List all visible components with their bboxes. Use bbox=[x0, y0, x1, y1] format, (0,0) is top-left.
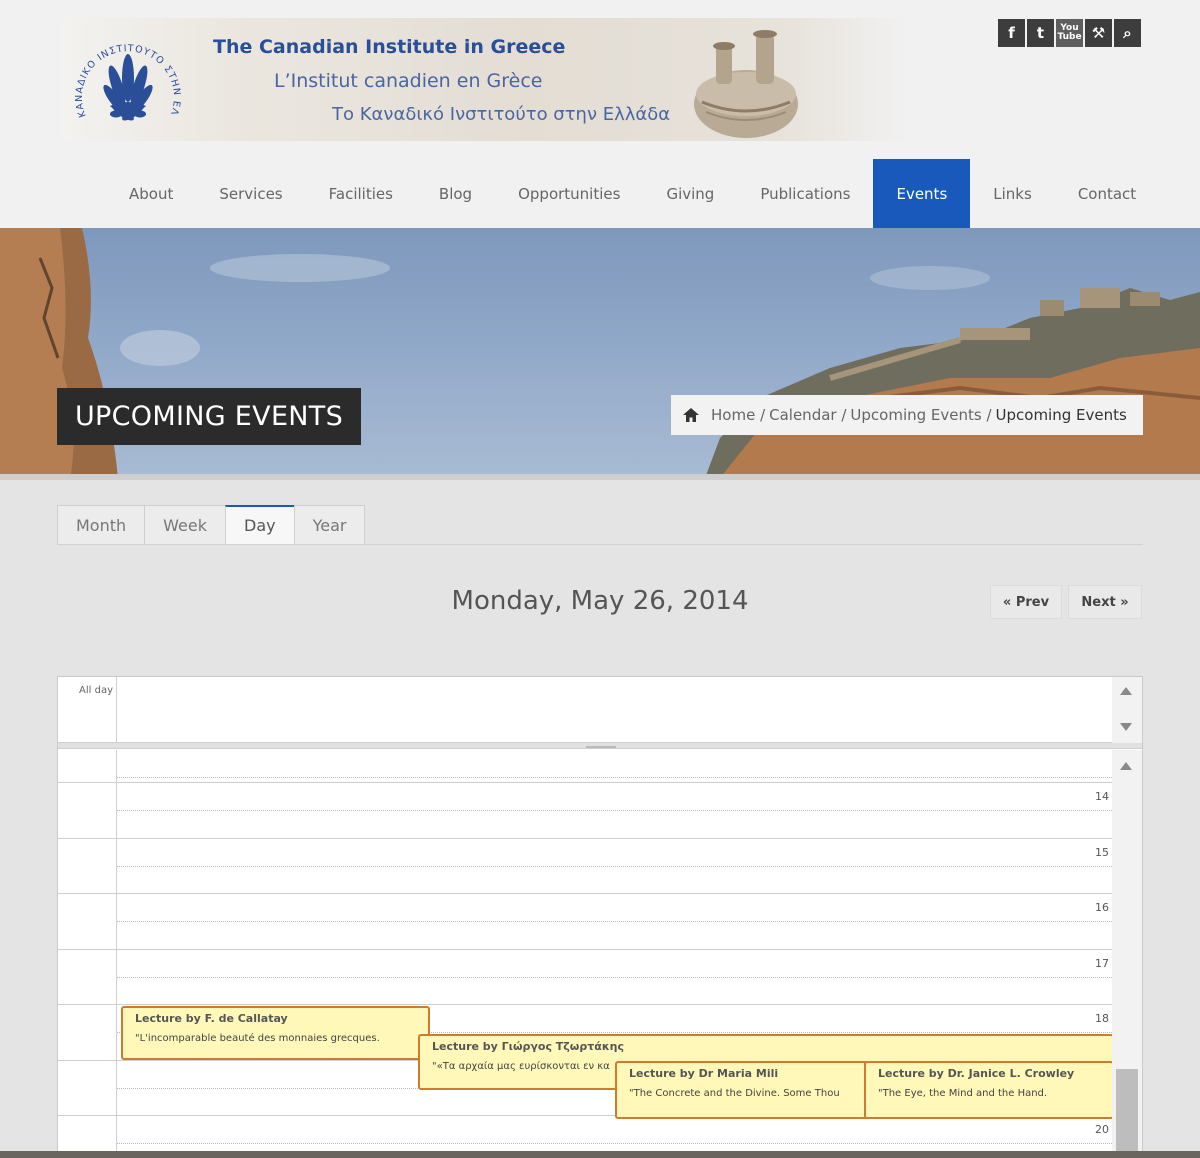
hour-label: 17 bbox=[1095, 957, 1109, 970]
home-icon[interactable] bbox=[683, 408, 699, 422]
hour-line bbox=[58, 1004, 1112, 1005]
social-links: f t You Tube ⚒ ⌕ bbox=[998, 19, 1141, 47]
hour-label: 20 bbox=[1095, 1123, 1109, 1136]
half-hour-line bbox=[117, 866, 1112, 867]
tab-year[interactable]: Year bbox=[293, 505, 366, 545]
breadcrumb: Home / Calendar / Upcoming Events / Upco… bbox=[671, 395, 1143, 435]
all-day-label: All day bbox=[58, 677, 117, 743]
day-calendar: All day 14 15 16 17 18 19 20 Lecture by … bbox=[57, 676, 1143, 1158]
nav-item-giving[interactable]: Giving bbox=[643, 159, 737, 228]
hero-banner: UPCOMING EVENTS Home / Calendar / Upcomi… bbox=[0, 228, 1200, 478]
event-title: Lecture by Γιώργος Τζωρτάκης bbox=[432, 1040, 624, 1053]
site-header: ΚΑΝΑΔΙΚΟ ΙΝΣΤΙΤΟΥΤΟ ΣΤΗΝ ΕΛΛΑΔΑ The Cana… bbox=[0, 0, 1200, 228]
half-hour-line bbox=[117, 777, 1112, 778]
main-nav: About Services Facilities Blog Opportuni… bbox=[106, 159, 1159, 228]
half-hour-line bbox=[117, 921, 1112, 922]
scroll-down-icon[interactable] bbox=[1120, 723, 1132, 731]
nav-item-about[interactable]: About bbox=[106, 159, 196, 228]
event-title: Lecture by Dr Maria Mili bbox=[629, 1067, 779, 1080]
page-title: UPCOMING EVENTS bbox=[57, 388, 362, 445]
prev-button[interactable]: « Prev bbox=[990, 585, 1062, 619]
hour-line bbox=[58, 893, 1112, 894]
hour-label: 15 bbox=[1095, 846, 1109, 859]
hour-line bbox=[58, 949, 1112, 950]
nav-item-links[interactable]: Links bbox=[970, 159, 1055, 228]
ancient-vase-image bbox=[694, 30, 798, 138]
hour-label: 16 bbox=[1095, 901, 1109, 914]
event-description: "The Eye, the Mind and the Hand. bbox=[878, 1088, 1048, 1099]
event-title: Lecture by F. de Callatay bbox=[135, 1012, 288, 1025]
event-description: "The Concrete and the Divine. Some Thou bbox=[629, 1088, 840, 1099]
event-callatay[interactable]: Lecture by F. de Callatay "L'incomparabl… bbox=[121, 1006, 430, 1060]
logo-banner[interactable]: ΚΑΝΑΔΙΚΟ ΙΝΣΤΙΤΟΥΤΟ ΣΤΗΝ ΕΛΛΑΔΑ The Cana… bbox=[62, 18, 907, 141]
institute-seal-logo: ΚΑΝΑΔΙΚΟ ΙΝΣΤΙΤΟΥΤΟ ΣΤΗΝ ΕΛΛΑΔΑ bbox=[68, 20, 181, 121]
breadcrumb-calendar[interactable]: Calendar / bbox=[769, 406, 846, 424]
breadcrumb-home[interactable]: Home / bbox=[711, 406, 765, 424]
tab-day[interactable]: Day bbox=[225, 505, 294, 545]
time-column bbox=[58, 750, 117, 1157]
tab-divider bbox=[57, 544, 1143, 545]
event-crowley[interactable]: Lecture by Dr. Janice L. Crowley "The Ey… bbox=[864, 1061, 1114, 1119]
time-scrollbar[interactable] bbox=[1112, 750, 1142, 1157]
hour-label: 14 bbox=[1095, 790, 1109, 803]
hour-label: 18 bbox=[1095, 1012, 1109, 1025]
all-day-row[interactable]: All day bbox=[58, 677, 1112, 743]
half-hour-line bbox=[117, 810, 1112, 811]
nav-item-events[interactable]: Events bbox=[873, 159, 971, 228]
nav-item-opportunities[interactable]: Opportunities bbox=[495, 159, 643, 228]
nav-item-facilities[interactable]: Facilities bbox=[306, 159, 416, 228]
nav-item-publications[interactable]: Publications bbox=[737, 159, 873, 228]
hour-line bbox=[58, 782, 1112, 783]
scrollbar-thumb[interactable] bbox=[1116, 1069, 1138, 1157]
hour-line bbox=[58, 838, 1112, 839]
youtube-icon[interactable]: You Tube bbox=[1056, 19, 1083, 47]
nav-item-blog[interactable]: Blog bbox=[416, 159, 495, 228]
half-hour-line bbox=[117, 1143, 1112, 1144]
search-icon[interactable]: ⌕ bbox=[1114, 19, 1141, 47]
event-title: Lecture by Dr. Janice L. Crowley bbox=[878, 1067, 1075, 1080]
view-tabs: Month Week Day Year bbox=[57, 505, 366, 545]
tools-icon[interactable]: ⚒ bbox=[1085, 19, 1112, 47]
tab-week[interactable]: Week bbox=[144, 505, 225, 545]
twitter-icon[interactable]: t bbox=[1027, 19, 1054, 47]
event-mili[interactable]: Lecture by Dr Maria Mili "The Concrete a… bbox=[615, 1061, 870, 1119]
resize-grip-icon[interactable] bbox=[586, 746, 616, 748]
scroll-up-icon[interactable] bbox=[1120, 687, 1132, 695]
institute-name-english: The Canadian Institute in Greece bbox=[213, 36, 566, 58]
scroll-up-icon[interactable] bbox=[1120, 762, 1132, 770]
next-button[interactable]: Next » bbox=[1068, 585, 1142, 619]
breadcrumb-upcoming-events[interactable]: Upcoming Events / bbox=[850, 406, 991, 424]
event-description: "L'incomparable beauté des monnaies grec… bbox=[135, 1033, 380, 1044]
facebook-icon[interactable]: f bbox=[998, 19, 1025, 47]
institute-name-french: L’Institut canadien en Grèce bbox=[274, 70, 543, 92]
nav-item-contact[interactable]: Contact bbox=[1055, 159, 1159, 228]
institute-name-greek: Το Καναδικό Ινστιτούτο στην Ελλάδα bbox=[332, 104, 671, 125]
tab-month[interactable]: Month bbox=[57, 505, 145, 545]
hero-divider bbox=[0, 474, 1200, 480]
half-hour-line bbox=[117, 977, 1112, 978]
all-day-scrollbar[interactable] bbox=[1112, 677, 1142, 743]
breadcrumb-current: Upcoming Events bbox=[995, 406, 1127, 424]
footer-strip bbox=[0, 1151, 1200, 1158]
time-grid[interactable]: 14 15 16 17 18 19 20 Lecture by F. de Ca… bbox=[58, 750, 1114, 1157]
nav-item-services[interactable]: Services bbox=[196, 159, 305, 228]
